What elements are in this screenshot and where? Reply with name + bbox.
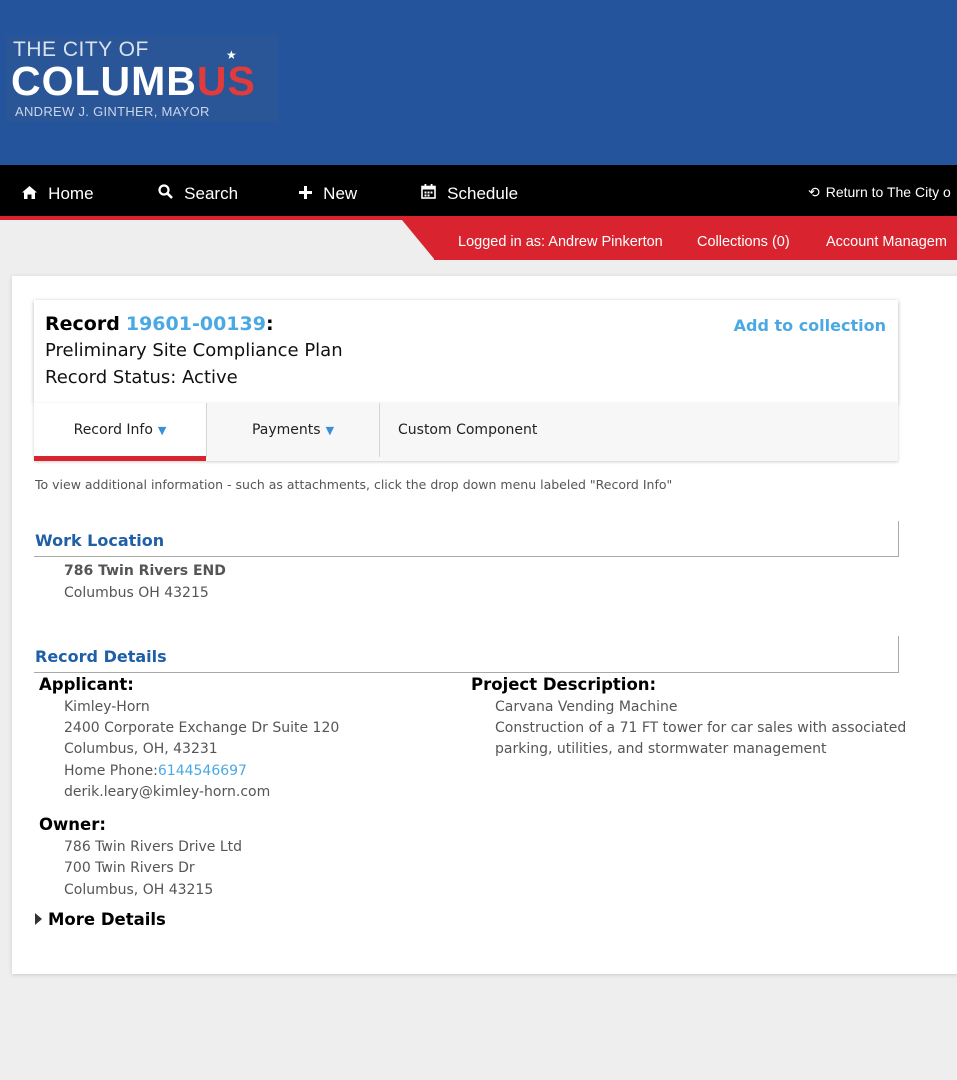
owner-address-1: 700 Twin Rivers Dr [64,860,195,876]
tab-custom-component[interactable]: Custom Component [380,403,552,461]
record-header-card: Record 19601-00139: Preliminary Site Com… [34,300,898,403]
applicant-label: Applicant: [39,675,134,694]
nav-return-link[interactable]: ⟲ Return to The City o [808,165,951,217]
home-icon [22,186,41,203]
section-border [898,521,899,557]
calendar-icon [421,184,440,203]
logo-line-3: ANDREW J. GINTHER, MAYOR [15,104,210,119]
record-status: Record Status: Active [45,367,238,388]
collections-link[interactable]: Collections (0) [697,220,790,260]
section-divider [34,556,899,557]
caret-down-icon: ▼ [157,424,167,437]
applicant-email: derik.leary@kimley-horn.com [64,784,271,800]
section-border [898,636,899,673]
expand-arrow-icon[interactable] [35,913,42,925]
owner-address-2: Columbus, OH 43215 [64,882,214,898]
userbar-corner [402,220,435,260]
user-bar: Logged in as: Andrew Pinkerton Collectio… [434,220,957,260]
plus-icon [299,186,316,203]
record-tabs: Record Info ▼ Payments ▼ Custom Component [34,403,898,461]
applicant-phone: Home Phone:6144546697 [64,763,247,779]
record-number: 19601-00139 [125,313,266,335]
owner-label: Owner: [39,815,106,834]
project-name: Carvana Vending Machine [495,699,678,715]
main-nav: Home Search New Schedule ⟲ Return to The … [0,165,957,217]
star-icon: ★ [226,48,237,62]
record-type: Preliminary Site Compliance Plan [45,340,343,361]
city-logo[interactable]: THE CITY OF COLUMBUS ★ ANDREW J. GINTHER… [6,36,278,122]
tab-active-indicator [34,456,206,461]
project-description-line-2: parking, utilities, and stormwater manag… [495,741,827,757]
tab-record-info[interactable]: Record Info ▼ [34,403,206,461]
nav-schedule[interactable]: Schedule [421,165,518,217]
record-details-title: Record Details [35,647,167,666]
nav-search[interactable]: Search [158,165,238,217]
work-location-title: Work Location [35,531,165,550]
undo-icon: ⟲ [808,184,820,200]
site-header: THE CITY OF COLUMBUS ★ ANDREW J. GINTHER… [0,0,957,165]
phone-link[interactable]: 6144546697 [158,763,247,779]
add-to-collection-link[interactable]: Add to collection [734,316,886,335]
nav-new[interactable]: New [299,165,357,217]
logged-in-text: Logged in as: Andrew Pinkerton [458,234,663,250]
applicant-address-1: 2400 Corporate Exchange Dr Suite 120 [64,720,340,736]
info-hint: To view additional information - such as… [35,477,673,492]
project-description-line-1: Construction of a 71 FT tower for car sa… [495,720,907,736]
search-icon [158,184,177,203]
tab-payments[interactable]: Payments ▼ [207,403,379,461]
section-divider [34,672,899,673]
caret-down-icon: ▼ [325,424,335,437]
nav-home[interactable]: Home [22,165,94,217]
logo-line-2: COLUMBUS [11,58,256,104]
work-address-line-1: 786 Twin Rivers END [64,563,226,579]
work-address-line-2: Columbus OH 43215 [64,585,209,601]
account-management-link[interactable]: Account Managem [826,220,947,260]
applicant-name: Kimley-Horn [64,699,150,715]
owner-name: 786 Twin Rivers Drive Ltd [64,839,243,855]
record-title: Record 19601-00139: [45,313,274,335]
more-details-toggle[interactable]: More Details [48,910,166,929]
applicant-address-2: Columbus, OH, 43231 [64,741,218,757]
project-description-label: Project Description: [471,675,657,694]
